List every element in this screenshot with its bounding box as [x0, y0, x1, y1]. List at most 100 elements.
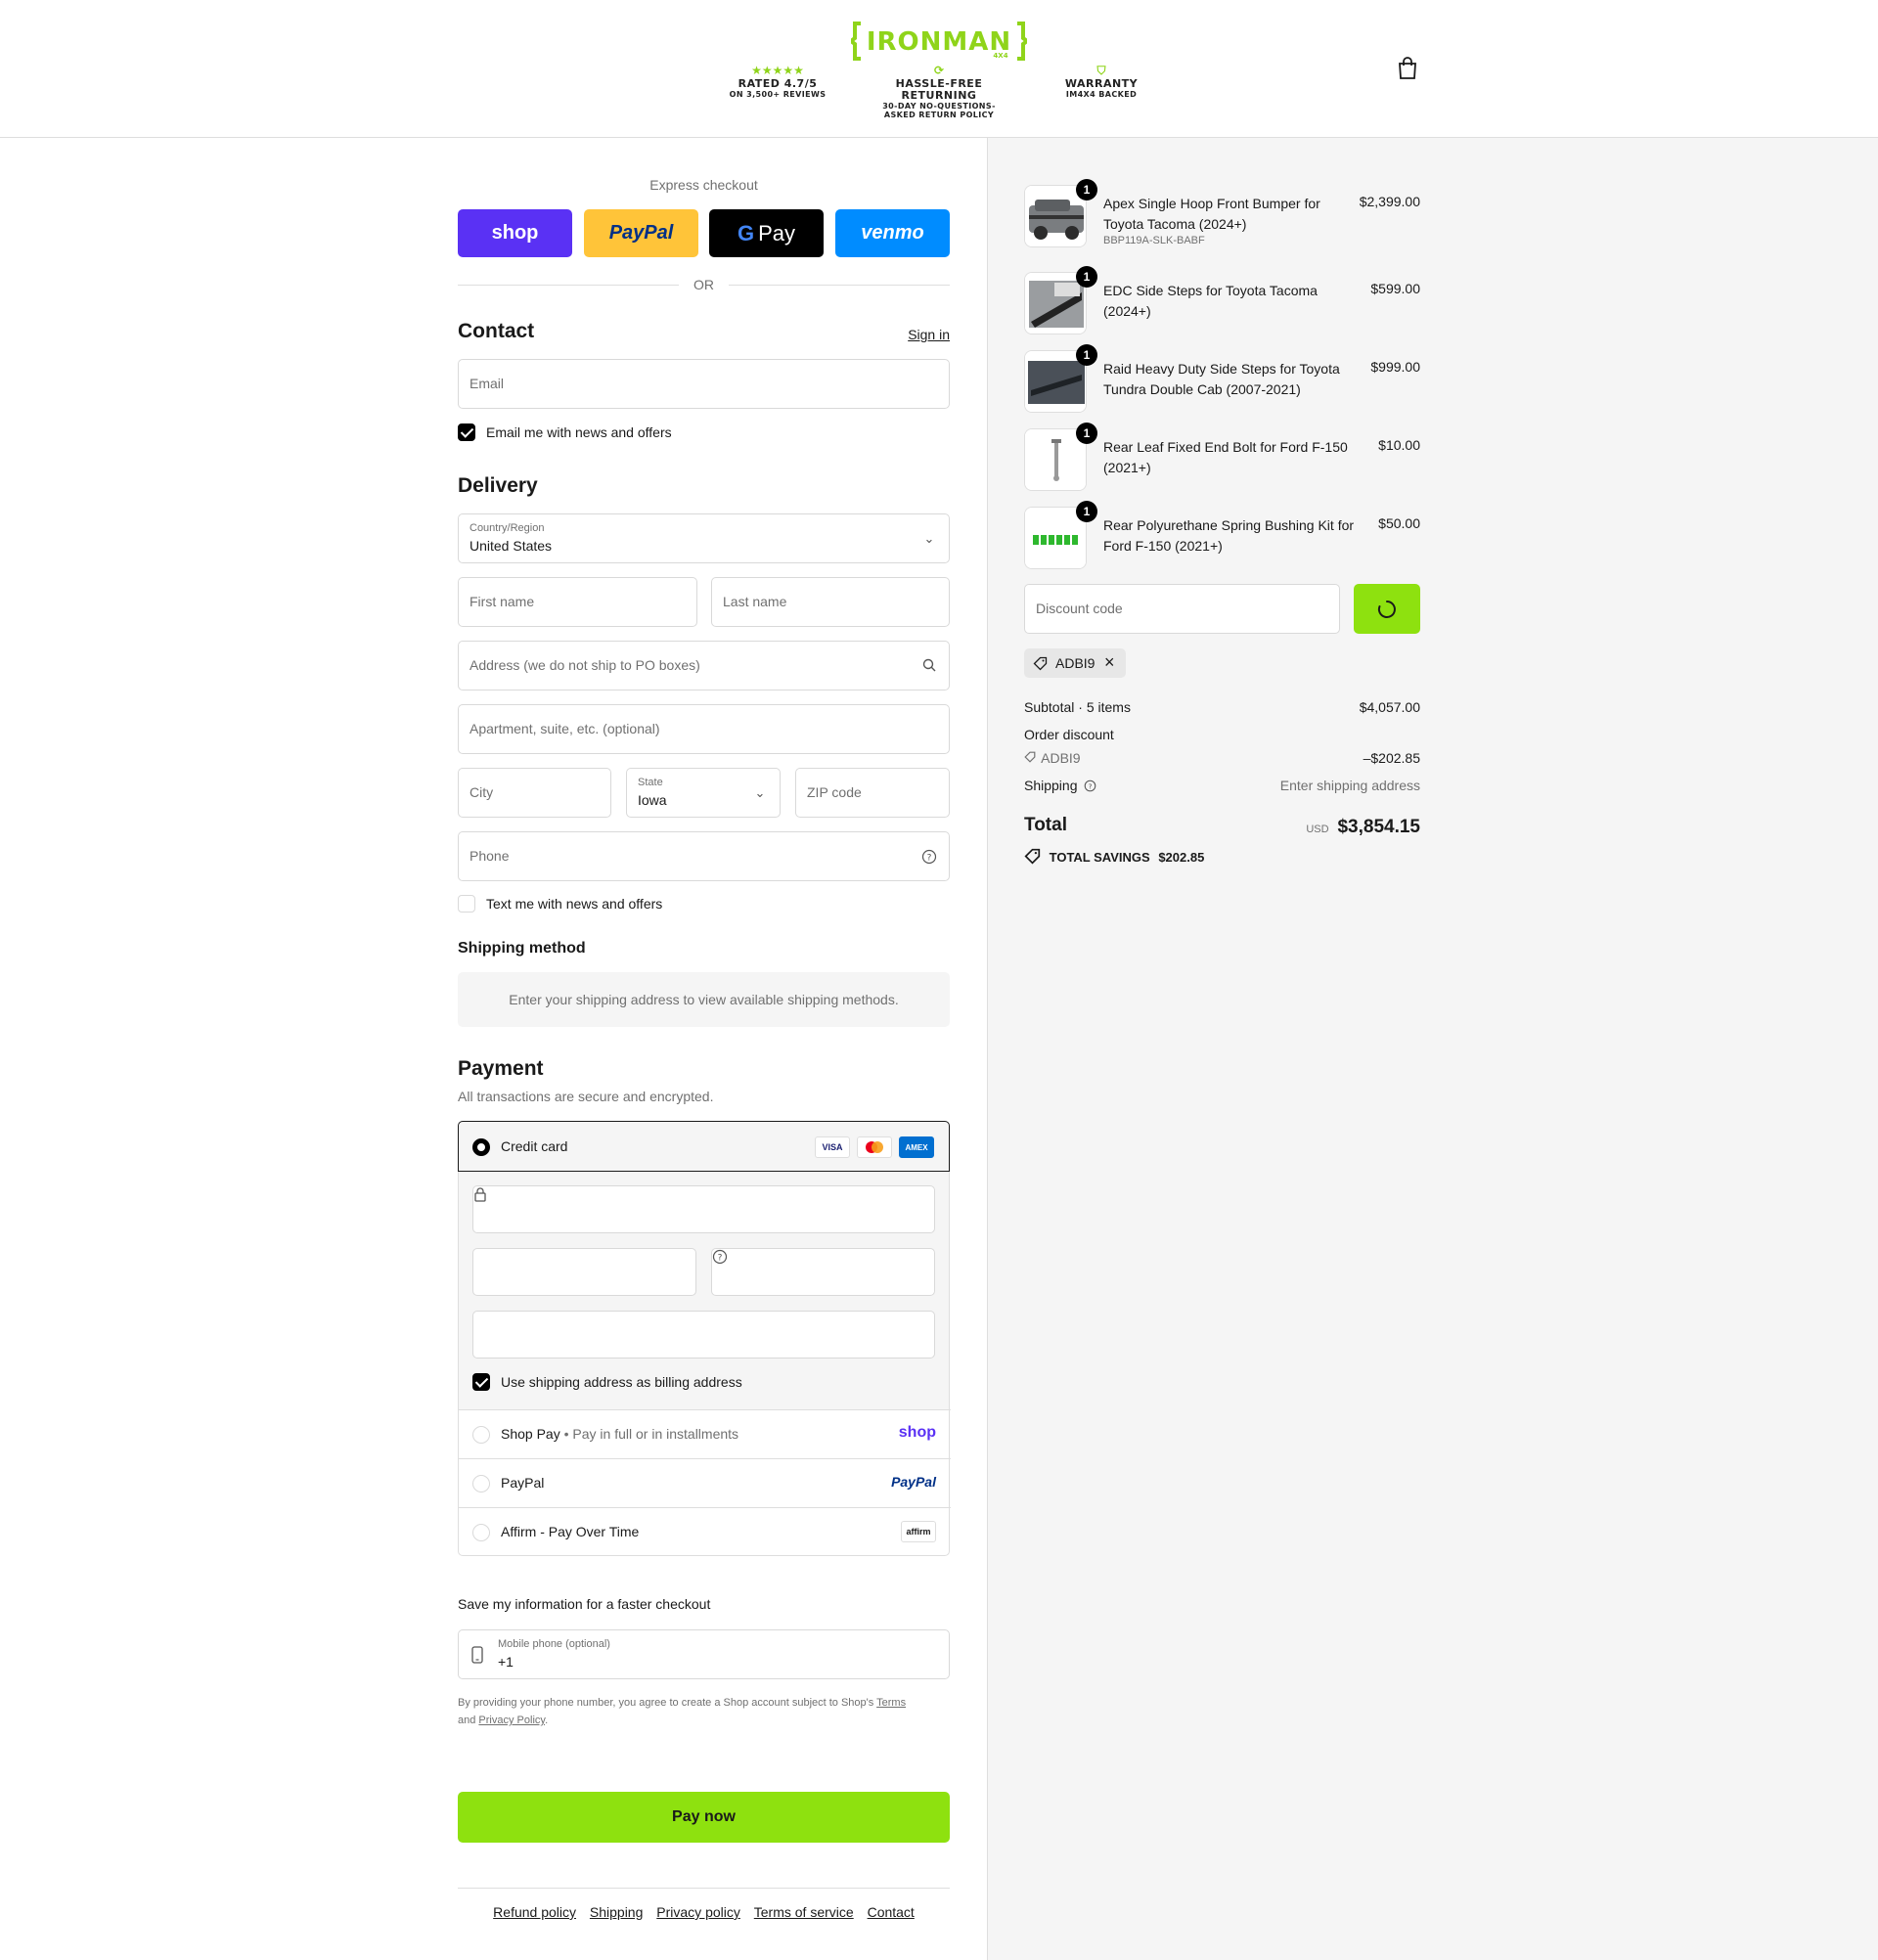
text-news-label: Text me with news and offers [486, 896, 663, 912]
apartment-field[interactable]: Apartment, suite, etc. (optional) [458, 704, 950, 754]
shipping-label: Shipping [1024, 778, 1078, 793]
zip-field[interactable]: ZIP code [795, 768, 950, 818]
save-info-disclaimer: By providing your phone number, you agre… [458, 1694, 950, 1729]
applied-discount-tag: ADBI9 × [1024, 648, 1126, 678]
quantity-badge: 1 [1076, 266, 1097, 288]
address-placeholder: Address (we do not ship to PO boxes) [470, 657, 700, 673]
affirm-radio[interactable] [472, 1524, 490, 1541]
google-pay-label: Pay [758, 220, 796, 245]
name-on-card-field[interactable] [472, 1311, 935, 1359]
contact-link[interactable]: Contact [868, 1904, 915, 1920]
help-icon[interactable]: ? [712, 1249, 728, 1269]
credit-card-option[interactable]: Credit card VISA AMEX [458, 1121, 950, 1172]
shop-pay-logo: shop [898, 1424, 936, 1441]
google-pay-button[interactable]: G Pay [709, 209, 824, 257]
billing-same-label: Use shipping address as billing address [501, 1374, 742, 1390]
first-name-field[interactable]: First name [458, 577, 697, 627]
badge-subtitle: ON 3,500+ REVIEWS [729, 90, 827, 99]
privacy-policy-link[interactable]: Privacy Policy [478, 1715, 545, 1726]
email-field[interactable]: Email [458, 359, 950, 409]
affirm-option[interactable]: Affirm - Pay Over Time affirm [459, 1507, 951, 1556]
total-amount: USD $3,854.15 [1306, 817, 1420, 838]
shop-pay-radio[interactable] [472, 1426, 490, 1444]
refresh-icon: ⟳ [933, 64, 945, 77]
credit-card-radio[interactable] [472, 1138, 490, 1156]
payment-methods: Credit card VISA AMEX ? Use shipping add… [458, 1121, 951, 1556]
country-select[interactable]: Country/Region United States ⌄ [458, 513, 950, 563]
address-field[interactable]: Address (we do not ship to PO boxes) [458, 641, 950, 690]
product-name: EDC Side Steps for Toyota Tacoma (2024+) [1103, 283, 1318, 319]
last-name-field[interactable]: Last name [711, 577, 950, 627]
email-news-checkbox[interactable] [458, 423, 475, 441]
help-icon[interactable]: ? [921, 849, 937, 865]
shop-pay-option-label: Shop Pay • Pay in full or in installment… [501, 1426, 739, 1442]
paypal-button[interactable]: PayPal [584, 209, 698, 257]
product-price: $50.00 [1378, 515, 1420, 531]
mastercard-icon [857, 1136, 892, 1158]
badge-title: HASSLE-FREE RETURNING [895, 77, 983, 102]
chevron-down-icon: ⌄ [754, 785, 766, 800]
contact-heading: Contact [458, 320, 535, 342]
zip-placeholder: ZIP code [807, 784, 862, 800]
shopping-bag-icon[interactable] [1397, 57, 1418, 80]
subtotal-row: Subtotal · 5 items $4,057.00 [1024, 699, 1420, 715]
card-number-field[interactable] [472, 1185, 935, 1233]
svg-text:?: ? [927, 854, 932, 864]
privacy-policy-footer-link[interactable]: Privacy policy [656, 1904, 740, 1920]
paypal-radio[interactable] [472, 1475, 490, 1492]
checkout-header: IRONMAN 4X4 ★★★★★ RATED 4.7/5 ON 3,500+ … [0, 0, 1878, 138]
venmo-button[interactable]: venmo [835, 209, 950, 257]
or-text: OR [693, 277, 714, 292]
city-field[interactable]: City [458, 768, 611, 818]
discount-code-field[interactable]: Discount code [1024, 584, 1340, 634]
expiration-field[interactable] [472, 1248, 696, 1296]
remove-discount-close-icon[interactable]: × [1104, 652, 1115, 673]
state-select[interactable]: State Iowa ⌄ [626, 768, 781, 818]
shield-icon: ⛉ [1096, 64, 1106, 77]
shipping-link[interactable]: Shipping [590, 1904, 644, 1920]
total-savings-row: TOTAL SAVINGS $202.85 [1024, 848, 1420, 868]
pay-now-button[interactable]: Pay now [458, 1792, 950, 1843]
discount-code-label: ADBI9 [1041, 750, 1081, 766]
refund-policy-link[interactable]: Refund policy [493, 1904, 576, 1920]
product-name: Rear Leaf Fixed End Bolt for Ford F-150 … [1103, 439, 1348, 475]
logo-graphic: IRONMAN 4X4 [847, 22, 1031, 61]
paypal-option-label: PayPal [501, 1475, 545, 1491]
credit-card-label: Credit card [501, 1138, 568, 1154]
discount-code-row: ADBI9 –$202.85 [1024, 750, 1420, 766]
affirm-option-label: Affirm - Pay Over Time [501, 1524, 640, 1539]
help-icon[interactable]: ? [1084, 780, 1096, 795]
venmo-label: venmo [861, 222, 924, 244]
svg-text:?: ? [718, 1254, 723, 1264]
shop-pay-option[interactable]: Shop Pay • Pay in full or in installment… [459, 1409, 951, 1458]
ironman-logo[interactable]: IRONMAN 4X4 [847, 20, 1031, 63]
terms-link[interactable]: Terms [876, 1697, 906, 1709]
email-placeholder: Email [470, 376, 505, 391]
affirm-logo: affirm [901, 1521, 936, 1542]
mobile-phone-field[interactable]: Mobile phone (optional) +1 [458, 1629, 950, 1679]
badge-subtitle: 30-DAY NO-QUESTIONS-ASKED RETURN POLICY [882, 102, 996, 119]
disclaimer-period: . [545, 1715, 549, 1726]
badge-title: WARRANTY [1064, 77, 1139, 90]
shop-pay-button[interactable]: shop [458, 209, 572, 257]
discount-tag-code: ADBI9 [1055, 655, 1096, 671]
product-price: $999.00 [1370, 359, 1420, 375]
subtotal-value: $4,057.00 [1359, 699, 1420, 715]
phone-field[interactable]: Phone ? [458, 831, 950, 881]
country-value: United States [470, 538, 553, 554]
first-name-placeholder: First name [470, 594, 535, 609]
security-code-field[interactable]: ? [711, 1248, 935, 1296]
terms-of-service-link[interactable]: Terms of service [754, 1904, 854, 1920]
paypal-option[interactable]: PayPal PayPal [459, 1458, 951, 1507]
apply-discount-button[interactable] [1354, 584, 1420, 634]
billing-same-checkbox[interactable] [472, 1373, 490, 1391]
shop-pay-label: shop [491, 222, 539, 244]
search-icon [921, 658, 937, 674]
quantity-badge: 1 [1076, 501, 1097, 522]
total-value: $3,854.15 [1337, 817, 1420, 837]
sign-in-link[interactable]: Sign in [908, 327, 950, 342]
tag-icon [1024, 750, 1038, 766]
text-news-checkbox[interactable] [458, 895, 475, 913]
quantity-badge: 1 [1076, 423, 1097, 444]
discount-value: –$202.85 [1363, 750, 1420, 766]
